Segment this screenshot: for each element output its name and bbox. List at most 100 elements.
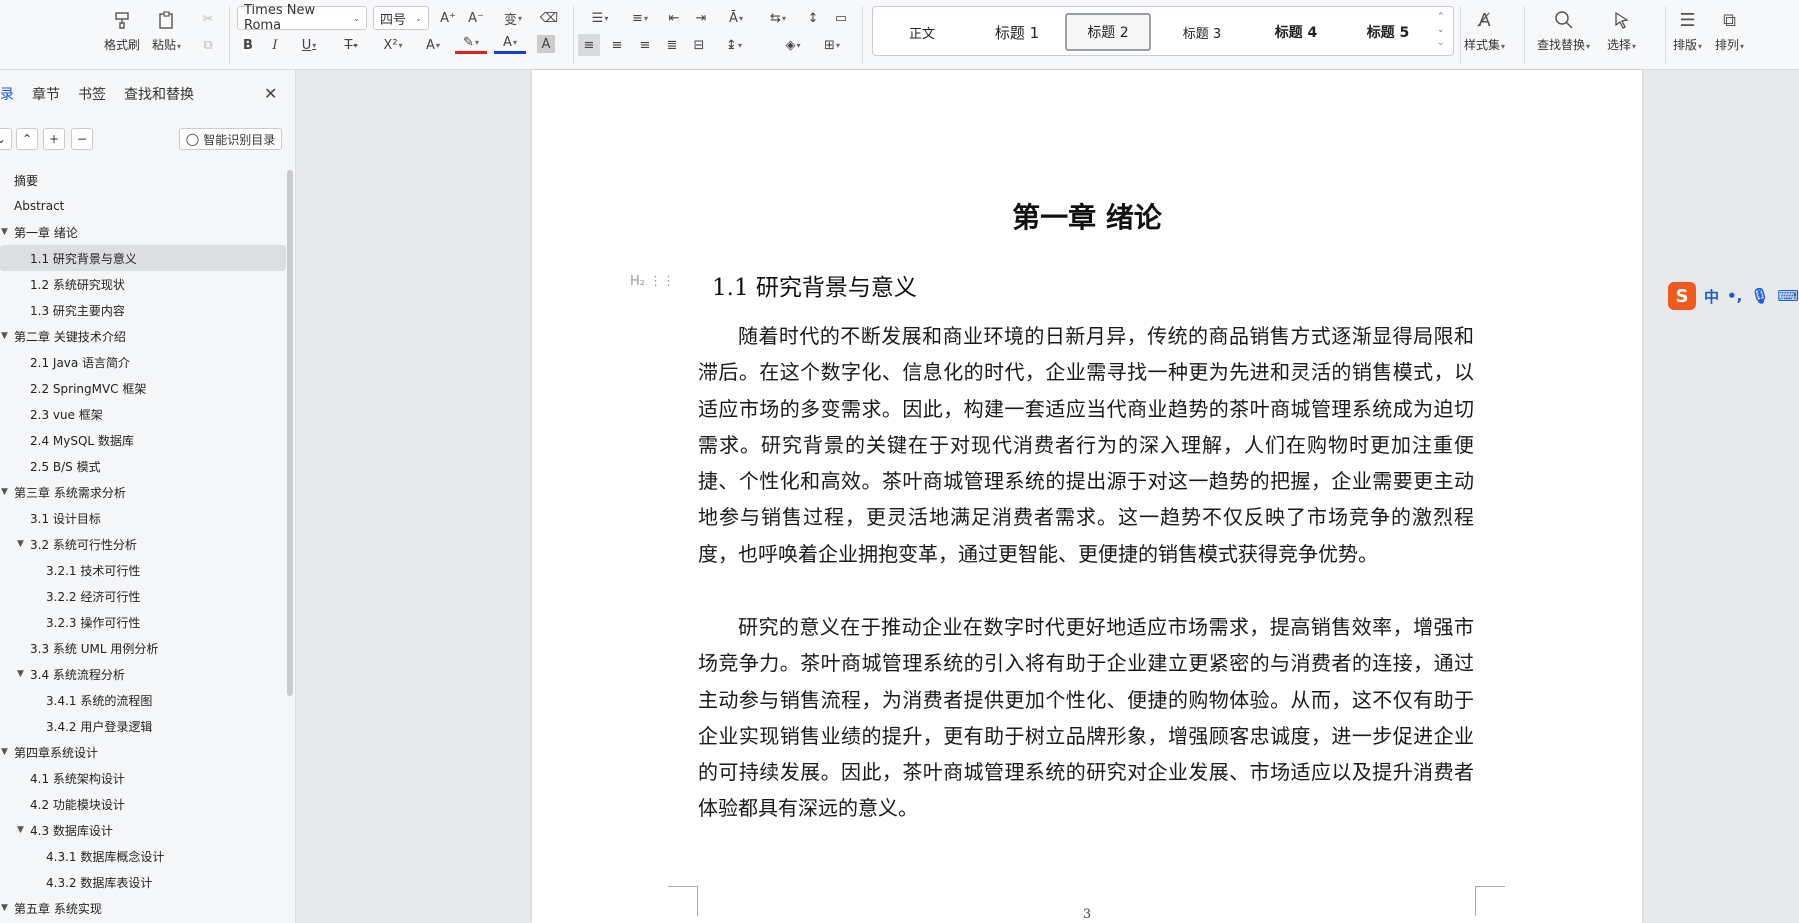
- collapse-all-icon[interactable]: ⌄: [0, 128, 12, 150]
- toc-item[interactable]: 4.3.2 数据库表设计: [0, 869, 286, 895]
- toc-item[interactable]: ▼ 4.3 数据库设计: [0, 817, 286, 843]
- microphone-icon[interactable]: 🎙: [1750, 287, 1769, 305]
- toc-item[interactable]: ▼ 第四章系统设计: [0, 739, 286, 765]
- decrease-indent-icon[interactable]: ⇤: [663, 7, 685, 29]
- expand-arrow-icon[interactable]: ▼: [1, 331, 8, 341]
- toc-item[interactable]: ▼ 第二章 关键技术介绍: [0, 323, 286, 349]
- toc-item[interactable]: 3.4.2 用户登录逻辑: [0, 713, 286, 739]
- toc-item[interactable]: 2.2 SpringMVC 框架: [0, 375, 286, 401]
- cut-icon[interactable]: ✂: [197, 8, 219, 30]
- align-center-icon[interactable]: ≡: [606, 34, 628, 56]
- font-color-icon[interactable]: A ▾: [494, 34, 526, 54]
- expand-arrow-icon[interactable]: ▼: [17, 539, 24, 549]
- increase-indent-icon[interactable]: ⇥: [690, 7, 712, 29]
- shrink-font-icon[interactable]: A⁻: [465, 7, 487, 29]
- toc-item[interactable]: 3.2.3 操作可行性: [0, 609, 286, 635]
- toc-item[interactable]: 3.2.2 经济可行性: [0, 583, 286, 609]
- gallery-scroll-icon[interactable]: ⌃ ⌄ ⌄: [1437, 11, 1445, 50]
- arrange-button[interactable]: ⧉ 排列▾: [1715, 8, 1744, 53]
- toc-item[interactable]: 1.2 系统研究现状: [0, 271, 286, 297]
- chinese-layout-icon[interactable]: Ā ▾: [720, 7, 752, 29]
- move-up-icon[interactable]: ⌃: [16, 128, 38, 150]
- paste-button[interactable]: 粘贴▾: [152, 8, 181, 53]
- char-shading-icon[interactable]: A: [537, 35, 555, 53]
- toc-item[interactable]: 4.1 系统架构设计: [0, 765, 286, 791]
- phonetic-guide-icon[interactable]: 变 ▾: [497, 7, 529, 29]
- expand-arrow-icon[interactable]: ▼: [1, 487, 8, 497]
- shading-icon[interactable]: ◈ ▾: [776, 34, 810, 56]
- toc-item[interactable]: 1.3 研究主要内容: [0, 297, 286, 323]
- toc-item[interactable]: 2.5 B/S 模式: [0, 453, 286, 479]
- style-heading-3[interactable]: 标题 3: [1161, 13, 1243, 51]
- toc-item[interactable]: ▼ 第三章 系统需求分析: [0, 479, 286, 505]
- underline-icon[interactable]: U ▾: [294, 34, 324, 56]
- toc-item[interactable]: 3.3 系统 UML 用例分析: [0, 635, 286, 661]
- close-icon[interactable]: ✕: [264, 84, 277, 103]
- document-page[interactable]: 第一章 绪论 H₂ ⋮⋮ 1.1 研究背景与意义 随着时代的不断发展和商业环境的…: [532, 70, 1642, 923]
- toc-item[interactable]: ▼ 3.2 系统可行性分析: [0, 531, 286, 557]
- toc-item[interactable]: 摘要: [0, 167, 286, 193]
- find-replace-button[interactable]: 查找替换▾: [1537, 8, 1590, 53]
- font-name-select[interactable]: Times New Roma ⌄: [237, 3, 367, 33]
- superscript-icon[interactable]: X² ▾: [378, 34, 408, 56]
- borders-icon[interactable]: ⊞ ▾: [816, 34, 848, 56]
- grow-font-icon[interactable]: A⁺: [437, 7, 459, 29]
- italic-icon[interactable]: I: [264, 34, 286, 56]
- format-painter-button[interactable]: 格式刷: [104, 8, 140, 53]
- toc-item[interactable]: 4.3.1 数据库概念设计: [0, 843, 286, 869]
- line-spacing-icon[interactable]: ↨ ▾: [716, 34, 752, 56]
- ime-mode[interactable]: 中: [1704, 286, 1719, 307]
- toc-item[interactable]: ▼ 第五章 系统实现: [0, 895, 286, 921]
- numbered-list-icon[interactable]: ≡ ▾: [622, 7, 658, 29]
- ime-punctuation[interactable]: •,: [1727, 287, 1742, 305]
- show-marks-icon[interactable]: ▭: [830, 7, 852, 29]
- expand-arrow-icon[interactable]: ▼: [17, 669, 24, 679]
- keyboard-icon[interactable]: ⌨: [1777, 287, 1799, 305]
- toc-item[interactable]: 2.4 MySQL 数据库: [0, 427, 286, 453]
- highlight-color-icon[interactable]: ✎ ▾: [455, 34, 487, 54]
- copy-icon[interactable]: ⧉: [197, 34, 219, 56]
- expand-arrow-icon[interactable]: ▼: [1, 747, 8, 757]
- bullet-list-icon[interactable]: ☰ ▾: [582, 7, 618, 29]
- remove-heading-icon[interactable]: −: [71, 128, 93, 150]
- toc-item[interactable]: 3.4.1 系统的流程图: [0, 687, 286, 713]
- text-direction-icon[interactable]: ⇆ ▾: [762, 7, 794, 29]
- toc-item[interactable]: 4.2 功能模块设计: [0, 791, 286, 817]
- toc-scrollbar[interactable]: [287, 170, 293, 696]
- tab-find-replace[interactable]: 查找和替换: [124, 84, 194, 108]
- style-normal[interactable]: 正文: [887, 13, 957, 51]
- toc-item[interactable]: ▼ 第一章 绪论: [0, 219, 286, 245]
- toc-item[interactable]: 3.1 设计目标: [0, 505, 286, 531]
- expand-arrow-icon[interactable]: ▼: [1, 227, 8, 237]
- sogou-logo-icon[interactable]: S: [1668, 282, 1696, 310]
- strikethrough-icon[interactable]: T ▾: [336, 34, 366, 56]
- style-heading-2[interactable]: 标题 2: [1065, 13, 1151, 51]
- style-set-button[interactable]: A̸ 样式集▾: [1464, 8, 1505, 53]
- tab-bookmarks[interactable]: 书签: [78, 84, 106, 108]
- justify-icon[interactable]: ≣: [661, 34, 683, 56]
- heading-level-marker[interactable]: H₂ ⋮⋮: [630, 274, 675, 289]
- tab-chapters[interactable]: 章节: [32, 84, 60, 108]
- toc-item[interactable]: 1.1 研究背景与意义: [0, 245, 286, 271]
- smart-toc-button[interactable]: ◯ 智能识别目录: [179, 128, 282, 150]
- sort-icon[interactable]: ↕: [802, 7, 824, 29]
- toc-item[interactable]: ▼ 3.4 系统流程分析: [0, 661, 286, 687]
- expand-arrow-icon[interactable]: ▼: [17, 825, 24, 835]
- toc-item[interactable]: 2.3 vue 框架: [0, 401, 286, 427]
- clear-format-icon[interactable]: ⌫: [538, 7, 560, 29]
- style-heading-5[interactable]: 标题 5: [1347, 13, 1429, 51]
- select-button[interactable]: 选择▾: [1607, 8, 1636, 53]
- add-heading-icon[interactable]: +: [43, 128, 65, 150]
- distribute-icon[interactable]: ⊟: [688, 34, 710, 56]
- expand-arrow-icon[interactable]: ▼: [1, 903, 8, 913]
- text-effect-icon[interactable]: A ▾: [418, 34, 448, 56]
- bold-icon[interactable]: B: [237, 34, 259, 56]
- align-right-icon[interactable]: ≡: [634, 34, 656, 56]
- layout-button[interactable]: ☰ 排版▾: [1673, 8, 1702, 53]
- toc-item[interactable]: Abstract: [0, 193, 286, 219]
- style-heading-1[interactable]: 标题 1: [977, 13, 1057, 51]
- toc-item[interactable]: 2.1 Java 语言简介: [0, 349, 286, 375]
- toc-item[interactable]: 3.2.1 技术可行性: [0, 557, 286, 583]
- style-heading-4[interactable]: 标题 4: [1253, 13, 1339, 51]
- tab-toc[interactable]: 录: [0, 84, 14, 108]
